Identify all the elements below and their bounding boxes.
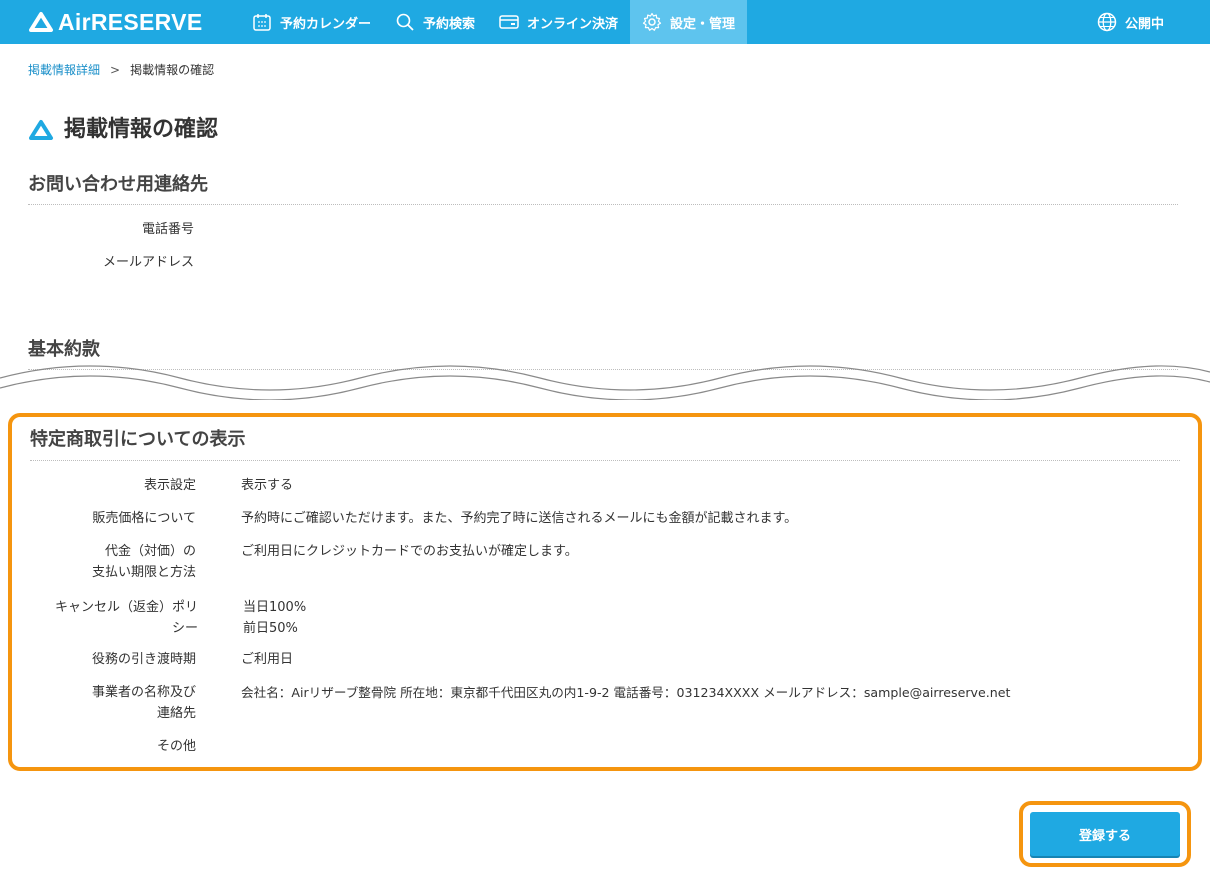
divider — [28, 204, 1178, 205]
globe-icon — [1097, 12, 1117, 32]
price-label: 販売価格について — [92, 511, 196, 526]
price-value: 予約時にご確認いただけます。また、予約完了時に送信されるメールにも金額が記載され… — [241, 511, 798, 526]
title-triangle-icon — [29, 120, 53, 140]
omission-wave — [0, 365, 1210, 400]
cancel-policy-label: キャンセル（返金）ポリ シー — [54, 600, 198, 636]
airreserve-logo[interactable]: AirRESERVE — [28, 9, 202, 35]
nav-label: 設定・管理 — [670, 16, 736, 32]
nav-reservation-calendar[interactable]: 予約カレンダー — [240, 0, 383, 44]
divider — [30, 460, 1180, 461]
wallet-icon — [499, 13, 519, 31]
phone-label: 電話番号 — [141, 222, 194, 237]
publish-status[interactable]: 公開中 — [1097, 0, 1164, 44]
breadcrumb-current: 掲載情報の確認 — [130, 63, 215, 77]
breadcrumb: 掲載情報詳細 > 掲載情報の確認 — [28, 61, 214, 78]
logo-triangle-icon — [29, 12, 53, 32]
delivery-time-value: ご利用日 — [241, 652, 294, 667]
email-label: メールアドレス — [102, 255, 194, 270]
nav-settings-management[interactable]: 設定・管理 — [630, 0, 748, 44]
register-button[interactable]: 登録する — [1030, 812, 1180, 856]
nav-online-payment[interactable]: オンライン決済 — [487, 0, 630, 44]
terms-section-title: 基本約款 — [28, 339, 100, 360]
business-info-label: 事業者の名称及び 連絡先 — [91, 685, 196, 721]
nav-label: 予約カレンダー — [280, 16, 372, 32]
other-label: その他 — [156, 739, 196, 754]
cancel-policy-value: 当日100% 前日50% — [243, 600, 307, 636]
contact-section-title: お問い合わせ用連絡先 — [28, 174, 208, 195]
payment-method-value: ご利用日にクレジットカードでのお支払いが確定します。 — [241, 544, 578, 559]
status-label: 公開中 — [1124, 16, 1164, 32]
breadcrumb-separator: > — [110, 62, 121, 77]
payment-method-label: 代金（対価）の 支払い期限と方法 — [91, 544, 196, 580]
nav-label: 予約検索 — [423, 16, 476, 32]
top-header: AirRESERVE 予約カレンダー 予約検索 オンライン決済 設定・管理 公開… — [0, 0, 1210, 44]
calendar-icon — [252, 12, 272, 32]
delivery-time-label: 役務の引き渡時期 — [91, 652, 196, 667]
gear-icon — [642, 12, 662, 32]
nav-reservation-search[interactable]: 予約検索 — [383, 0, 487, 44]
nav-label: オンライン決済 — [527, 16, 619, 32]
page-title: 掲載情報の確認 — [64, 117, 219, 142]
display-setting-value: 表示する — [241, 478, 294, 493]
breadcrumb-parent-link[interactable]: 掲載情報詳細 — [28, 61, 100, 78]
page-title-block: 掲載情報の確認 — [28, 116, 218, 144]
display-setting-label: 表示設定 — [143, 478, 196, 493]
business-info-value: 会社名：Airリザーブ整骨院 所在地：東京都千代田区丸の内1-9-2 電話番号：… — [241, 685, 1011, 700]
commerce-section-title: 特定商取引についての表示 — [30, 429, 246, 450]
search-icon — [395, 12, 415, 32]
main-nav: 予約カレンダー 予約検索 オンライン決済 設定・管理 — [240, 0, 748, 44]
logo-text: AirRESERVE — [58, 9, 203, 35]
